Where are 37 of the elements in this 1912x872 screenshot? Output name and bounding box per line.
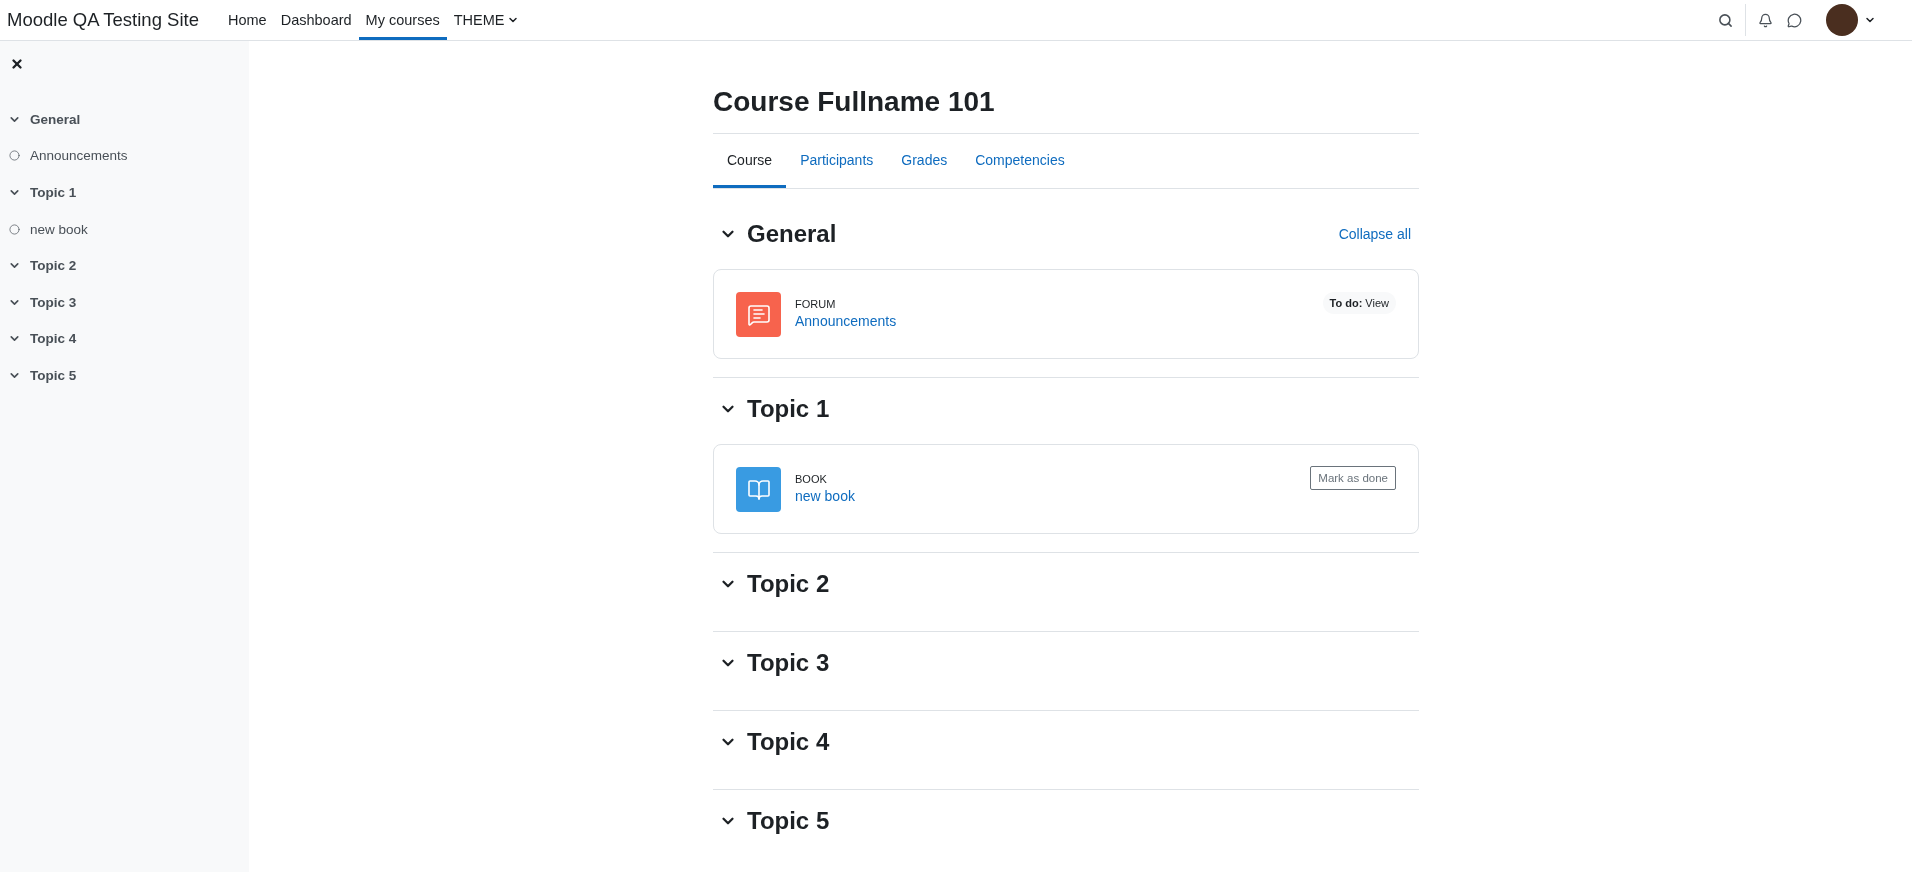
nav-link[interactable]: THEME [446,0,527,40]
avatar[interactable] [1826,4,1858,36]
course-tab[interactable]: Grades [887,134,962,188]
circle-icon [9,150,20,162]
sidebar-section-link[interactable]: Topic 2 [8,247,77,284]
site-name[interactable]: Moodle QA Testing Site [7,0,199,40]
sidebar-section-link[interactable]: Topic 1 [8,174,77,211]
sidebar-section-link[interactable]: General [8,101,81,138]
section-title: Topic 2 [747,570,830,598]
sidebar-activity-link[interactable]: Announcements [8,137,128,175]
collapse-all-link[interactable]: Collapse all [1338,226,1411,242]
sidebar-section-link[interactable]: Topic 4 [8,320,77,358]
section-title: Topic 1 [747,395,830,423]
book-icon [746,477,771,502]
sidebar-section-link[interactable]: Topic 3 [8,283,77,321]
speech-bubble-icon [746,302,771,327]
completion-badge: To do: View [1322,292,1396,314]
nav-link[interactable]: My courses [358,0,447,40]
course-title: Course Fullname 101 [713,85,996,119]
section-title: Topic 5 [747,807,830,835]
section-title: Topic 4 [747,728,830,756]
mark-as-done-button[interactable]: Mark as done [1310,466,1396,490]
course-tab[interactable]: Participants [786,134,888,188]
nav-link[interactable]: Dashboard [273,0,359,40]
sidebar-activity-link[interactable]: new book [8,210,88,248]
course-tab[interactable]: Course [713,134,787,188]
course-tab[interactable]: Competencies [961,134,1079,188]
close-icon[interactable] [10,57,24,71]
activity-type: BOOK [795,473,828,485]
activity-link[interactable]: Announcements [795,313,897,329]
section-title: Topic 3 [747,649,830,677]
nav-link[interactable]: Home [220,0,274,40]
activity-type: FORUM [795,298,837,310]
circle-icon [9,223,20,235]
activity-link[interactable]: new book [795,488,855,504]
sidebar-section-link[interactable]: Topic 5 [8,357,77,394]
section-title: General [747,220,837,248]
